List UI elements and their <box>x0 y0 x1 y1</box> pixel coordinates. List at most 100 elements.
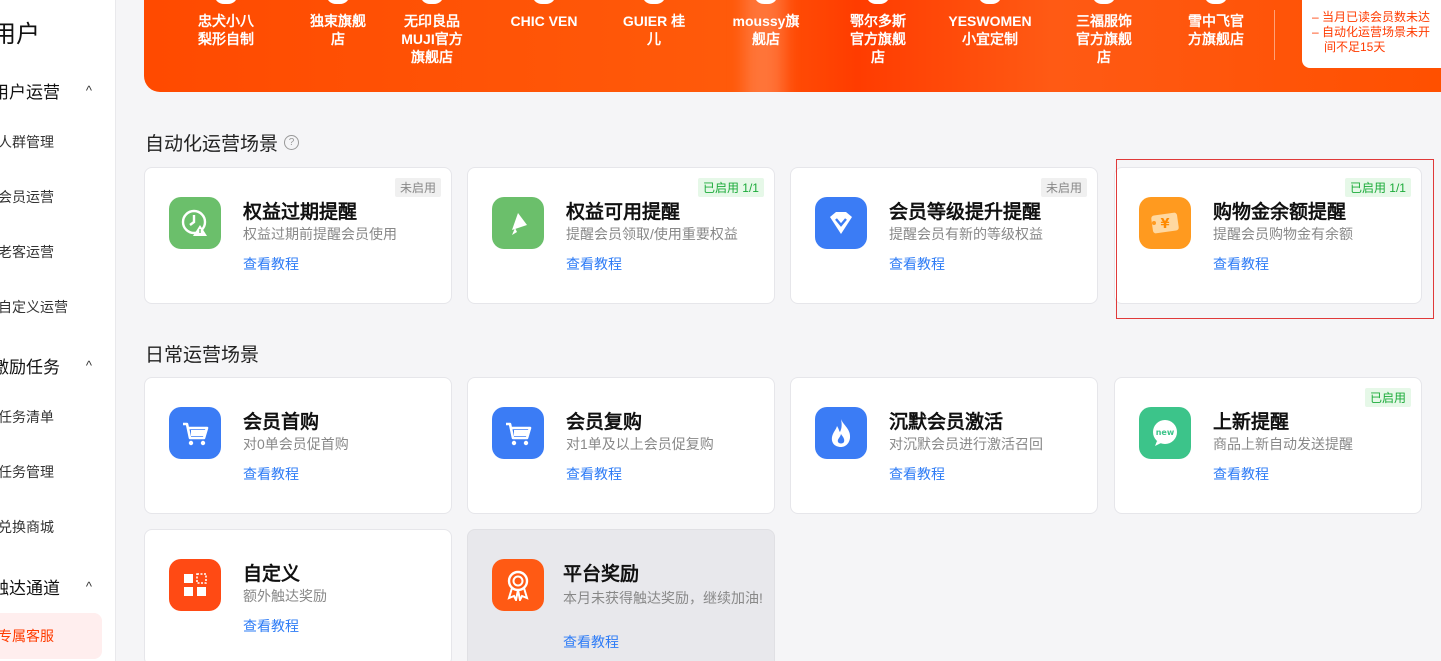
shop-avatar <box>326 0 350 4</box>
sidebar-group-label: 触达通道 <box>0 579 60 598</box>
shop-banner: 忠犬小八 梨形自制 独束旗舰 店 无印良品 MUJI官方 旗舰店 CHIC VEN GU… <box>144 0 1441 92</box>
card-title: 沉默会员激活 <box>889 412 1004 433</box>
card-description: 对沉默会员进行激活召回 <box>889 436 1043 452</box>
card-title: 权益可用提醒 <box>566 202 681 223</box>
scenario-card[interactable]: 会员等级提升提醒 提醒会员有新的等级权益 查看教程 未启用 <box>790 167 1098 304</box>
sidebar-item-crowd[interactable]: 人群管理 <box>0 132 54 152</box>
banner-divider <box>1274 10 1275 60</box>
view-tutorial-link[interactable]: 查看教程 <box>566 464 622 484</box>
shop-name: 鄂尔多斯 官方旗舰 店 <box>850 13 906 65</box>
new-chat-icon: new <box>1139 407 1191 459</box>
section-title-text: 自动化运营场景 <box>145 134 279 155</box>
scenario-card[interactable]: 沉默会员激活对沉默会员进行激活召回查看教程 <box>790 377 1098 514</box>
sidebar-group-label: 激励任务 <box>0 358 60 377</box>
view-tutorial-link[interactable]: 查看教程 <box>889 464 945 484</box>
sidebar-group-incentive[interactable]: 激励任务 ^ <box>0 353 102 378</box>
sidebar-group-label: 用户运营 <box>0 83 60 102</box>
card-description: 对0单会员促首购 <box>243 436 349 452</box>
shop-item[interactable]: 忠犬小八 梨形自制 <box>176 0 276 48</box>
shop-item[interactable]: GUIER 桂 儿 <box>604 0 704 48</box>
shop-name: GUIER 桂 儿 <box>622 13 686 47</box>
sidebar-title: 用户 <box>0 21 40 48</box>
chevron-up-icon: ^ <box>85 358 92 373</box>
sidebar: 用户 用户运营 ^ 人群管理 会员运营 老客运营 自定义运营 激励任务 ^ 任务… <box>0 0 116 661</box>
view-tutorial-link[interactable]: 查看教程 <box>563 632 619 652</box>
card-title: 会员等级提升提醒 <box>889 202 1042 223</box>
shop-item[interactable]: 独束旗舰 店 <box>288 0 388 48</box>
card-title: 上新提醒 <box>1213 412 1290 433</box>
diamond-icon <box>815 197 867 249</box>
view-tutorial-link[interactable]: 查看教程 <box>889 254 945 274</box>
shop-avatar <box>642 0 666 4</box>
cart-icon <box>169 407 221 459</box>
shop-avatar <box>214 0 238 4</box>
cart-icon <box>492 407 544 459</box>
medal-icon <box>492 559 544 611</box>
sidebar-item-task-manage[interactable]: 任务管理 <box>0 462 54 482</box>
sidebar-item-service[interactable]: 专属客服 <box>0 613 102 659</box>
view-tutorial-link[interactable]: 查看教程 <box>1213 464 1269 484</box>
sidebar-group-reach[interactable]: 触达通道 ^ <box>0 574 102 599</box>
shop-name: 三福服饰 官方旗舰 店 <box>1076 13 1132 65</box>
grid-icon <box>169 559 221 611</box>
shop-item[interactable]: 雪中飞官 方旗舰店 <box>1166 0 1266 48</box>
shop-avatar <box>1092 0 1116 4</box>
shop-avatar <box>532 0 556 4</box>
daily-section-title: 日常运营场景 <box>145 340 259 367</box>
scenario-card[interactable]: 会员复购对1单及以上会员促复购查看教程 <box>467 377 775 514</box>
auto-section-title: 自动化运营场景 ? <box>145 129 300 156</box>
sidebar-item-task-list[interactable]: 任务清单 <box>0 407 54 427</box>
status-badge: 未启用 <box>394 178 441 197</box>
section-title-text: 日常运营场景 <box>145 345 260 366</box>
shop-item[interactable]: 鄂尔多斯 官方旗舰 店 <box>828 0 928 66</box>
scenario-card[interactable]: 权益过期提醒权益过期前提醒会员使用查看教程 未启用 <box>144 167 452 304</box>
card-description: 提醒会员领取/使用重要权益 <box>566 226 738 242</box>
page-root: 用户 用户运营 ^ 人群管理 会员运营 老客运营 自定义运营 激励任务 ^ 任务… <box>0 0 1441 661</box>
card-title: 自定义 <box>243 564 301 585</box>
shop-name: moussy旗 舰店 <box>732 13 800 47</box>
shop-name: 雪中飞官 方旗舰店 <box>1188 13 1244 47</box>
shop-name: 独束旗舰 店 <box>310 13 366 47</box>
shop-item[interactable]: CHIC VEN <box>494 0 594 30</box>
scenario-card[interactable]: new 上新提醒 商品上新自动发送提醒 查看教程 已启用 <box>1114 377 1422 514</box>
shop-item[interactable]: 三福服饰 官方旗舰 店 <box>1054 0 1154 66</box>
status-badge: 已启用 1/1 <box>697 178 764 197</box>
shop-item[interactable]: 无印良品 MUJI官方 旗舰店 <box>382 0 482 66</box>
shop-item[interactable]: moussy旗 舰店 <box>716 0 816 48</box>
view-tutorial-link[interactable]: 查看教程 <box>243 254 299 274</box>
shop-item[interactable]: YESWOMEN 小宜定制 <box>940 0 1040 48</box>
card-title: 权益过期提醒 <box>243 202 358 223</box>
scenario-card[interactable]: 权益可用提醒提醒会员领取/使用重要权益查看教程 已启用 1/1 <box>467 167 775 304</box>
chevron-up-icon: ^ <box>85 83 92 98</box>
card-description: 权益过期前提醒会员使用 <box>243 226 397 242</box>
sidebar-item-member-ops[interactable]: 会员运营 <box>0 187 54 207</box>
scenario-card[interactable]: 会员首购对0单会员促首购查看教程 <box>144 377 452 514</box>
card-title: 会员复购 <box>566 412 643 433</box>
sidebar-group-user-ops[interactable]: 用户运营 ^ <box>0 78 102 103</box>
svg-text:new: new <box>1156 428 1175 437</box>
card-title: 平台奖励 <box>563 564 640 585</box>
view-tutorial-link[interactable]: 查看教程 <box>566 254 622 274</box>
scenario-card[interactable]: 平台奖励 本月未获得触达奖励，继续加油! 查看教程 <box>467 529 775 661</box>
card-title: 会员首购 <box>243 412 320 433</box>
help-icon[interactable]: ? <box>284 135 300 150</box>
view-tutorial-link[interactable]: 查看教程 <box>243 616 299 636</box>
notice-line: 间不足15天 <box>1324 40 1386 54</box>
shop-name: 忠犬小八 梨形自制 <box>198 13 254 47</box>
card-description: 提醒会员有新的等级权益 <box>889 226 1043 242</box>
shop-name: CHIC VEN <box>510 13 578 29</box>
status-badge: 已启用 <box>1364 388 1411 407</box>
clock-alert-icon <box>169 197 221 249</box>
notice-line: – 当月已读会员数未达 <box>1312 10 1431 24</box>
card-description: 对1单及以上会员促复购 <box>566 436 714 452</box>
selection-highlight <box>1116 159 1434 319</box>
sidebar-item-custom-ops[interactable]: 自定义运营 <box>0 297 68 317</box>
chevron-up-icon: ^ <box>85 579 92 594</box>
view-tutorial-link[interactable]: 查看教程 <box>243 464 299 484</box>
sidebar-item-exchange-mall[interactable]: 兑换商城 <box>0 517 54 537</box>
notice-box: – 当月已读会员数未达 – 自动化运营场景未开 间不足15天 <box>1302 0 1441 68</box>
fire-icon <box>815 407 867 459</box>
scenario-card[interactable]: 自定义 额外触达奖励 查看教程 <box>144 529 452 661</box>
sidebar-item-old-customer[interactable]: 老客运营 <box>0 242 54 262</box>
shop-avatar <box>866 0 890 4</box>
